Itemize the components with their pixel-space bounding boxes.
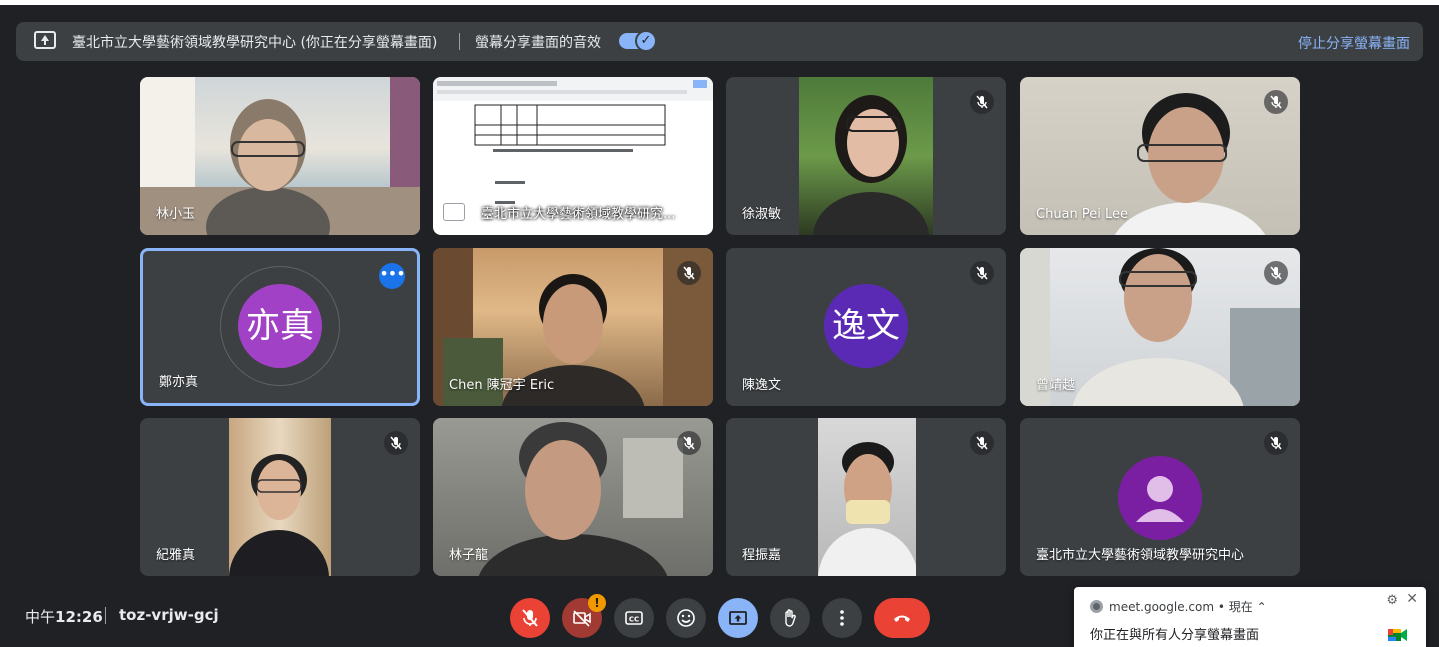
close-icon[interactable]: ✕	[1406, 591, 1418, 607]
mic-off-icon	[1264, 431, 1288, 455]
participant-name: 陳逸文	[742, 378, 782, 393]
participant-video	[799, 77, 933, 235]
chrome-notification[interactable]: meet.google.com • 現在 ⌃ ⚙ ✕ 你正在與所有人分享螢幕畫面	[1074, 587, 1426, 647]
camera-off-icon	[573, 610, 591, 627]
time-value: 12:26	[55, 608, 103, 626]
more-options-button[interactable]: •••	[379, 263, 406, 289]
meeting-clock: 中午12:26	[25, 606, 103, 627]
more-options-button[interactable]	[822, 598, 862, 638]
participant-tile[interactable]: Chen 陳冠宇 Eric	[433, 248, 713, 406]
participant-name: Chen 陳冠宇 Eric	[449, 378, 555, 393]
share-audio-toggle[interactable]: ✓	[619, 30, 657, 52]
svg-text:CC: CC	[629, 616, 639, 624]
mic-off-icon	[970, 261, 994, 285]
participant-tile[interactable]: 逸文 陳逸文	[726, 248, 1006, 406]
participant-name: 林子龍	[449, 548, 489, 563]
mic-off-icon	[970, 431, 994, 455]
share-audio-label: 螢幕分享畫面的音效	[475, 35, 601, 51]
notification-time: 現在	[1228, 600, 1253, 614]
mic-toggle-button[interactable]	[510, 598, 550, 638]
presenting-banner: 臺北市立大學藝術領域教學研究中心 (你正在分享螢幕畫面) 螢幕分享畫面的音效 ✓…	[16, 22, 1423, 61]
reactions-button[interactable]	[666, 598, 706, 638]
more-vert-icon	[840, 610, 844, 626]
video-frame	[818, 442, 918, 576]
participant-video	[229, 418, 331, 576]
participant-name: 鄭亦真	[159, 375, 199, 390]
notification-message: 你正在與所有人分享螢幕畫面	[1090, 628, 1260, 643]
banner-divider	[459, 33, 460, 50]
person-icon	[1136, 476, 1184, 522]
participant-tile-screen-share[interactable]: 臺北市立大學藝術領域教學研究...	[433, 77, 713, 235]
participant-name: 紀雅真	[156, 548, 196, 563]
notification-site: meet.google.com	[1109, 600, 1215, 614]
mic-off-icon	[1264, 90, 1288, 114]
captions-button[interactable]: CC	[614, 598, 654, 638]
clock-divider	[105, 607, 106, 624]
chrome-icon	[1090, 600, 1103, 613]
closed-captions-icon: CC	[625, 611, 643, 625]
participant-tile-active[interactable]: 亦真 ••• 鄭亦真	[140, 248, 420, 406]
leave-call-button[interactable]	[874, 598, 930, 638]
hang-up-icon	[894, 615, 910, 622]
participant-name: Chuan Pei Lee	[1036, 207, 1129, 222]
present-screen-icon	[443, 203, 465, 221]
participant-tile[interactable]: 林子龍	[433, 418, 713, 576]
mic-off-icon	[970, 90, 994, 114]
settings-gear-icon[interactable]: ⚙	[1386, 593, 1398, 608]
mic-off-icon	[522, 609, 538, 627]
check-icon: ✓	[635, 30, 657, 52]
meeting-code: toz-vrjw-gcj	[119, 606, 219, 624]
camera-alert-badge: !	[588, 594, 606, 612]
raise-hand-button[interactable]	[770, 598, 810, 638]
top-strip	[0, 0, 1439, 5]
avatar: 亦真	[238, 284, 322, 368]
notification-source: meet.google.com • 現在 ⌃	[1090, 598, 1267, 615]
participant-tile[interactable]: 紀雅真	[140, 418, 420, 576]
participant-name: 程振嘉	[742, 548, 782, 563]
person-avatar-icon	[1118, 456, 1202, 540]
present-screen-icon	[729, 611, 747, 625]
mic-off-icon	[677, 431, 701, 455]
participant-name: 臺北市立大學藝術領域教學研究...	[481, 207, 676, 222]
video-frame	[813, 95, 929, 235]
participant-name: 臺北市立大學藝術領域教學研究中心	[1036, 548, 1245, 563]
present-screen-icon	[34, 31, 56, 49]
avatar: 逸文	[824, 284, 908, 368]
participant-tile[interactable]: 徐淑敏	[726, 77, 1006, 235]
camera-toggle-button[interactable]: !	[562, 594, 606, 638]
participant-name: 徐淑敏	[742, 207, 782, 222]
raise-hand-icon	[785, 609, 796, 627]
participant-tile[interactable]: 林小玉	[140, 77, 420, 235]
participant-tile[interactable]: 臺北市立大學藝術領域教學研究中心	[1020, 418, 1300, 576]
stop-sharing-button[interactable]: 停止分享螢幕畫面	[1298, 33, 1410, 53]
emoji-icon	[677, 609, 695, 627]
participant-name: 林小玉	[156, 207, 196, 222]
time-prefix: 中午	[25, 608, 56, 626]
mic-off-icon	[1264, 261, 1288, 285]
presenting-text: 臺北市立大學藝術領域教學研究中心 (你正在分享螢幕畫面)	[72, 35, 438, 51]
participant-video	[818, 418, 918, 576]
participant-tile[interactable]: 曾靖越	[1020, 248, 1300, 406]
participant-name: 曾靖越	[1036, 378, 1076, 393]
present-now-button[interactable]	[718, 598, 758, 638]
mic-off-icon	[384, 431, 408, 455]
video-frame	[229, 454, 329, 576]
participant-tile[interactable]: Chuan Pei Lee	[1020, 77, 1300, 235]
mic-off-icon	[677, 261, 701, 285]
participant-tile[interactable]: 程振嘉	[726, 418, 1006, 576]
